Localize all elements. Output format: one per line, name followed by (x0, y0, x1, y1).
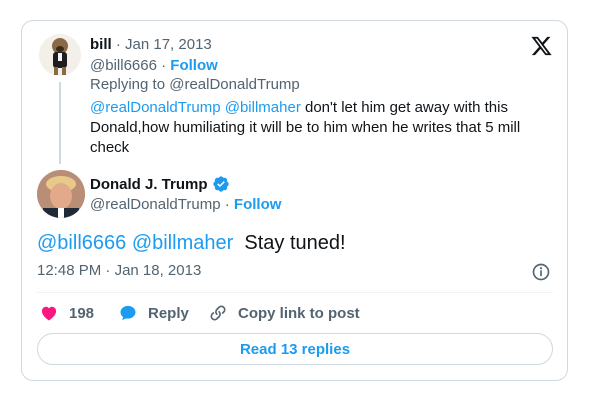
follow-link[interactable]: Follow (234, 196, 282, 213)
tweet-text: Stay tuned! (244, 232, 346, 254)
replying-to-handle[interactable]: @realDonaldTrump (169, 76, 300, 93)
divider (37, 292, 553, 293)
follow-link[interactable]: Follow (170, 57, 218, 74)
like-count: 198 (69, 304, 95, 322)
timestamp[interactable]: 12:48 PM · Jan 18, 2013 (37, 262, 201, 279)
author-name[interactable]: Donald J. Trump (90, 176, 208, 193)
copy-link-label: Copy link to post (238, 304, 360, 322)
mention-link[interactable]: @billmaher (225, 99, 301, 116)
parent-handle-row: @bill6666 · Follow (90, 57, 218, 74)
info-icon[interactable] (531, 262, 551, 282)
person-avatar-icon (37, 170, 85, 218)
replying-to: Replying to @realDonaldTrump (90, 76, 300, 93)
main-tweet-text: @bill6666 @billmaher Stay tuned! (37, 230, 346, 256)
dog-avatar-icon (39, 34, 81, 76)
mention-link[interactable]: @bill6666 (37, 232, 126, 254)
link-icon (210, 305, 226, 321)
author-name[interactable]: bill (90, 36, 112, 53)
parent-header: bill · Jan 17, 2013 (90, 36, 212, 53)
post-date[interactable]: Jan 17, 2013 (125, 36, 212, 53)
main-handle-row: @realDonaldTrump · Follow (90, 196, 282, 213)
x-logo-icon[interactable] (530, 35, 552, 57)
reply-label: Reply (148, 304, 189, 322)
author-handle[interactable]: @realDonaldTrump (90, 196, 221, 213)
avatar[interactable] (39, 34, 81, 76)
main-header: Donald J. Trump (90, 175, 230, 193)
post-time[interactable]: 12:48 PM (37, 262, 101, 279)
avatar[interactable] (37, 170, 85, 218)
copy-link-button[interactable]: Copy link to post (208, 302, 360, 324)
read-replies-button[interactable]: Read 13 replies (37, 333, 553, 365)
parent-tweet-text: @realDonaldTrump @billmaher don't let hi… (90, 98, 530, 158)
like-button[interactable]: 198 (39, 302, 94, 324)
verified-badge-icon (212, 176, 229, 192)
mention-link[interactable]: @realDonaldTrump (90, 99, 221, 116)
reply-button[interactable]: Reply (118, 302, 189, 324)
heart-icon (41, 306, 57, 321)
post-date[interactable]: Jan 18, 2013 (115, 262, 202, 279)
author-handle[interactable]: @bill6666 (90, 57, 157, 74)
read-replies-label: Read 13 replies (239, 340, 351, 358)
thread-line (59, 82, 61, 164)
mention-link[interactable]: @billmaher (132, 232, 233, 254)
reply-bubble-icon (120, 305, 136, 321)
replying-prefix: Replying to (90, 76, 166, 93)
